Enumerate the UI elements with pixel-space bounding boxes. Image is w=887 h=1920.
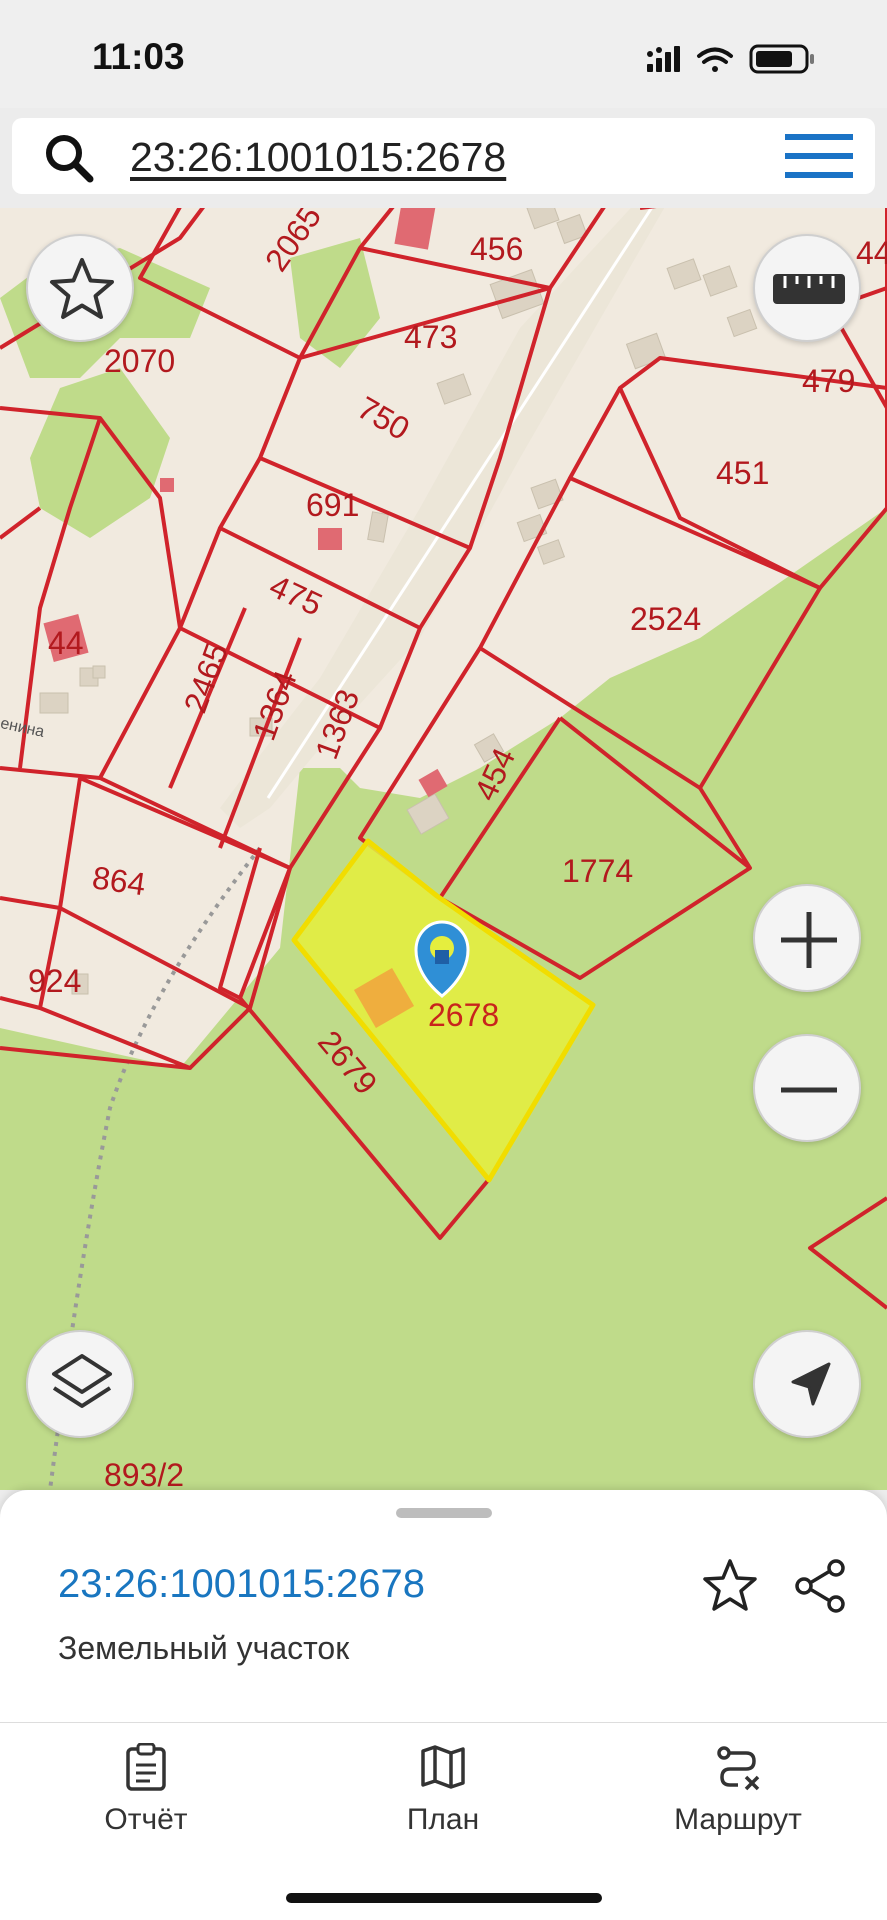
nav-report-label: Отчёт: [104, 1803, 188, 1836]
zoom-in-button[interactable]: [753, 884, 861, 992]
parcel-type: Земельный участок: [58, 1630, 350, 1666]
map-canvas[interactable]: 456 2065 2070 473 750 691 475 44 2465 13…: [0, 208, 887, 1490]
map-label: 479: [802, 363, 855, 399]
battery-icon: [749, 44, 814, 74]
bottom-nav: Отчёт План Маршрут: [0, 1722, 887, 1920]
search-bar[interactable]: 23:26:1001015:2678: [12, 118, 875, 194]
nav-route[interactable]: Маршрут: [638, 1743, 838, 1853]
route-icon: [717, 1746, 760, 1791]
map-label: 691: [306, 487, 359, 523]
cadastral-map[interactable]: 456 2065 2070 473 750 691 475 44 2465 13…: [0, 208, 887, 1490]
map-label: 893/2: [104, 1457, 184, 1490]
parcel-number: 23:26:1001015:2678: [58, 1562, 426, 1606]
map-label: 2070: [104, 343, 175, 379]
cellular-signal-icon: [647, 46, 680, 72]
nav-report[interactable]: Отчёт: [46, 1743, 246, 1853]
my-location-button[interactable]: [753, 1330, 861, 1438]
status-bar: 11:03: [0, 0, 887, 108]
plus-icon: [781, 912, 837, 968]
layers-button[interactable]: [26, 1330, 134, 1438]
parcel-info-sheet[interactable]: 23:26:1001015:2678 Земельный участок: [0, 1490, 887, 1722]
ruler-icon: [773, 274, 845, 304]
status-time: 11:03: [92, 36, 185, 77]
search-icon[interactable]: [42, 131, 96, 185]
menu-icon[interactable]: [785, 132, 853, 180]
navigation-arrow-icon: [791, 1362, 831, 1406]
favorite-star-icon[interactable]: [700, 1556, 760, 1616]
layers-icon: [52, 1354, 112, 1408]
map-label: 1774: [562, 853, 633, 889]
clipboard-icon: [126, 1743, 166, 1791]
map-icon: [421, 1745, 465, 1789]
map-label: 924: [28, 963, 81, 999]
nav-plan[interactable]: План: [343, 1743, 543, 1853]
map-label: 473: [404, 319, 457, 355]
nav-route-label: Маршрут: [674, 1803, 802, 1836]
map-label: 44: [48, 625, 84, 661]
share-icon[interactable]: [790, 1556, 850, 1616]
ruler-button[interactable]: [753, 234, 861, 342]
map-label: 451: [716, 455, 769, 491]
nav-plan-label: План: [406, 1803, 480, 1836]
selected-parcel-label: 2678: [428, 997, 499, 1033]
status-icons: [647, 42, 827, 78]
map-label: 2080: [6, 208, 77, 213]
favorite-map-button[interactable]: [26, 234, 134, 342]
minus-icon: [781, 1087, 837, 1093]
search-input[interactable]: 23:26:1001015:2678: [130, 134, 506, 181]
wifi-icon: [697, 47, 733, 72]
star-icon: [50, 258, 114, 319]
zoom-out-button[interactable]: [753, 1034, 861, 1142]
map-label: 2524: [630, 601, 701, 637]
sheet-grabber[interactable]: [396, 1508, 492, 1518]
map-label: 456: [470, 231, 523, 267]
home-indicator[interactable]: [286, 1893, 602, 1903]
map-label: 864: [90, 859, 148, 902]
